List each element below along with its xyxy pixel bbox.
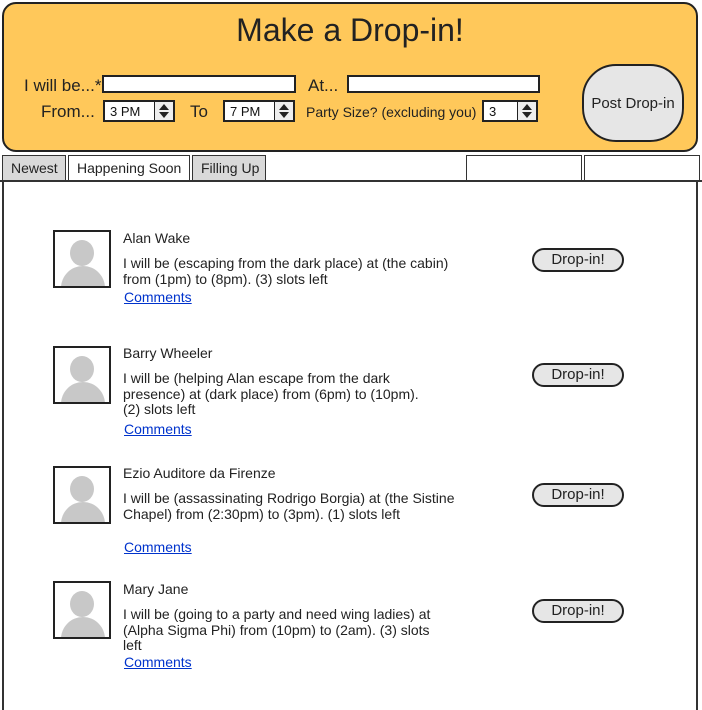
post-author: Alan Wake: [123, 230, 191, 246]
post-drop-in-button[interactable]: Post Drop-in: [582, 64, 684, 142]
comments-link[interactable]: Comments: [124, 289, 192, 305]
post-description: I will be (assassinating Rodrigo Borgia)…: [123, 490, 455, 522]
post-description: I will be (escaping from the dark place)…: [123, 255, 449, 287]
post-author: Mary Jane: [123, 581, 189, 597]
tab-empty-1[interactable]: [466, 155, 582, 181]
stepper-arrows[interactable]: [517, 102, 536, 120]
user-head-icon: [70, 591, 94, 617]
drop-in-button[interactable]: Drop-in!: [532, 363, 624, 387]
arrow-up-icon[interactable]: [279, 104, 289, 110]
user-head-icon: [70, 476, 94, 502]
to-time-stepper[interactable]: 7 PM: [223, 100, 295, 122]
party-size-label: Party Size? (excluding you): [306, 104, 477, 120]
post-description: I will be (helping Alan escape from the …: [123, 370, 419, 417]
user-body-icon: [61, 617, 105, 637]
comments-link[interactable]: Comments: [124, 539, 192, 555]
page-title: Make a Drop-in!: [236, 12, 464, 48]
arrow-down-icon[interactable]: [279, 112, 289, 118]
party-size-stepper[interactable]: 3: [482, 100, 538, 122]
user-body-icon: [61, 382, 105, 402]
drop-in-button[interactable]: Drop-in!: [532, 248, 624, 272]
from-label: From...: [41, 102, 95, 121]
avatar: [53, 346, 111, 404]
drop-in-button[interactable]: Drop-in!: [532, 599, 624, 623]
stepper-arrows[interactable]: [154, 102, 173, 120]
drop-in-button[interactable]: Drop-in!: [532, 483, 624, 507]
drop-in-form-panel: Make a Drop-in! I will be...* At... From…: [2, 2, 698, 152]
user-body-icon: [61, 502, 105, 522]
at-label: At...: [308, 76, 339, 95]
from-time-value: 3 PM: [110, 104, 141, 119]
will-be-input[interactable]: [102, 75, 296, 93]
post-author: Barry Wheeler: [123, 345, 213, 361]
arrow-up-icon[interactable]: [159, 104, 169, 110]
arrow-down-icon[interactable]: [159, 112, 169, 118]
tab-happening-soon[interactable]: Happening Soon: [68, 155, 190, 182]
comments-link[interactable]: Comments: [124, 654, 192, 670]
stepper-arrows[interactable]: [274, 102, 293, 120]
arrow-up-icon[interactable]: [522, 104, 532, 110]
user-head-icon: [70, 356, 94, 382]
party-size-value: 3: [489, 104, 497, 119]
tab-divider: [0, 180, 702, 182]
user-body-icon: [61, 266, 105, 286]
comments-link[interactable]: Comments: [124, 421, 192, 437]
post-author: Ezio Auditore da Firenze: [123, 465, 276, 481]
arrow-down-icon[interactable]: [522, 112, 532, 118]
to-label-text: To: [190, 102, 208, 121]
post-description: I will be (going to a party and need win…: [123, 606, 431, 653]
from-time-stepper[interactable]: 3 PM: [103, 100, 175, 122]
avatar: [53, 581, 111, 639]
to-time-value: 7 PM: [230, 104, 261, 119]
at-input[interactable]: [347, 75, 540, 93]
avatar: [53, 466, 111, 524]
tab-filling-up[interactable]: Filling Up: [192, 155, 266, 181]
user-head-icon: [70, 240, 94, 266]
tab-newest[interactable]: Newest: [2, 155, 66, 181]
tab-empty-2[interactable]: [584, 155, 700, 181]
avatar: [53, 230, 111, 288]
will-be-label: I will be...*: [24, 76, 102, 95]
